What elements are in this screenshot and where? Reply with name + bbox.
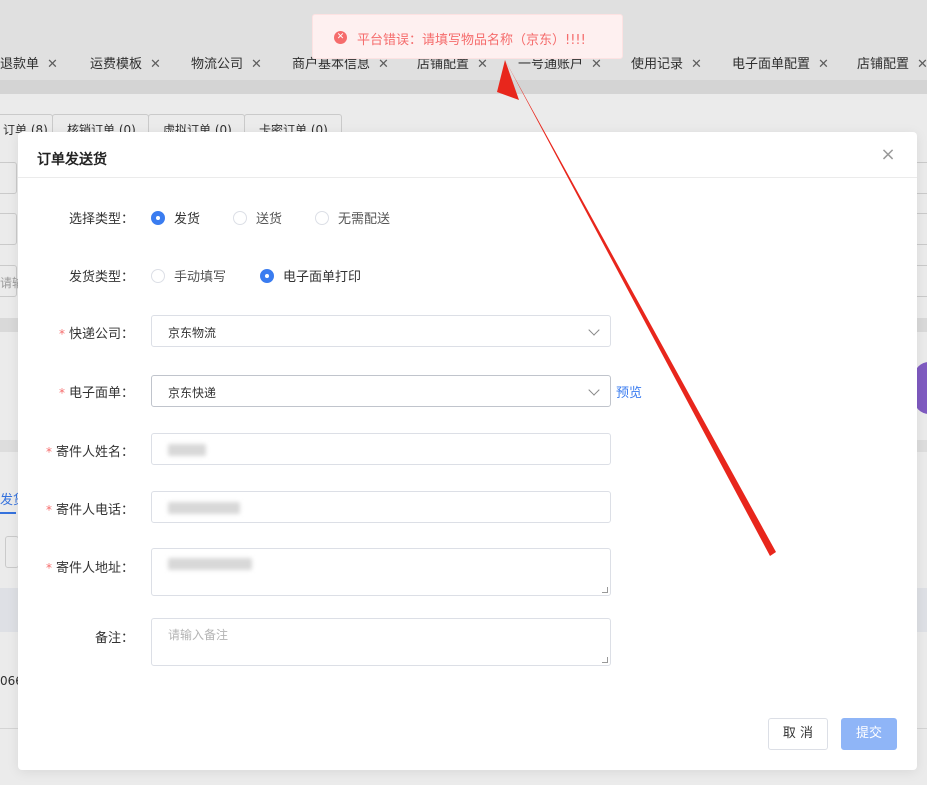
sender-address-label: * 寄件人地址： xyxy=(45,561,134,576)
submit-button[interactable]: 提交 xyxy=(841,718,897,750)
redacted-text xyxy=(168,502,240,514)
sender-address-textarea[interactable] xyxy=(151,548,611,596)
radio-dot-icon xyxy=(260,269,274,283)
radio-dot-icon xyxy=(233,211,247,225)
remark-placeholder: 请输入备注 xyxy=(168,628,229,642)
redacted-text xyxy=(168,444,206,456)
courier-select[interactable]: 京东物流 xyxy=(151,315,611,347)
e-waybill-select[interactable]: 京东快递 xyxy=(151,375,611,407)
resize-grip-icon[interactable] xyxy=(602,657,608,663)
radio-ship[interactable]: 发货 xyxy=(151,208,200,227)
remark-label: 备注： xyxy=(94,631,134,646)
sender-name-label: * 寄件人姓名： xyxy=(45,445,134,460)
sender-phone-label: * 寄件人电话： xyxy=(45,503,134,518)
sender-name-input[interactable] xyxy=(151,433,611,465)
sender-phone-input[interactable] xyxy=(151,491,611,523)
error-toast: ✕ 平台错误：请填写物品名称（京东）!!!! xyxy=(312,14,623,59)
resize-grip-icon[interactable] xyxy=(602,587,608,593)
redacted-text xyxy=(168,558,252,570)
radio-deliver[interactable]: 送货 xyxy=(233,208,282,227)
radio-dot-icon xyxy=(151,211,165,225)
dialog-header: 订单发送货 × xyxy=(18,132,917,178)
radio-dot-icon xyxy=(151,269,165,283)
ship-type-label: 发货类型： xyxy=(68,270,134,285)
cancel-button[interactable]: 取 消 xyxy=(768,718,828,750)
radio-e-waybill[interactable]: 电子面单打印 xyxy=(260,266,361,285)
radio-no-delivery[interactable]: 无需配送 xyxy=(315,208,390,227)
courier-label: * 快递公司： xyxy=(58,327,134,342)
radio-manual[interactable]: 手动填写 xyxy=(151,266,226,285)
close-circle-icon: ✕ xyxy=(334,31,347,44)
ship-order-dialog: 订单发送货 × 选择类型： 发货 送货 无需配送 发货类型： 手动填写 电子面单… xyxy=(18,132,917,770)
select-type-label: 选择类型： xyxy=(68,212,134,227)
chevron-down-icon xyxy=(588,324,600,336)
radio-dot-icon xyxy=(315,211,329,225)
dialog-title: 订单发送货 xyxy=(37,152,107,168)
close-icon[interactable]: × xyxy=(880,146,896,164)
preview-link[interactable]: 预览 xyxy=(616,382,642,401)
e-waybill-label: * 电子面单： xyxy=(58,386,134,401)
remark-textarea[interactable]: 请输入备注 xyxy=(151,618,611,666)
toast-message: 平台错误：请填写物品名称（京东）!!!! xyxy=(357,33,586,48)
chevron-down-icon xyxy=(588,384,600,396)
